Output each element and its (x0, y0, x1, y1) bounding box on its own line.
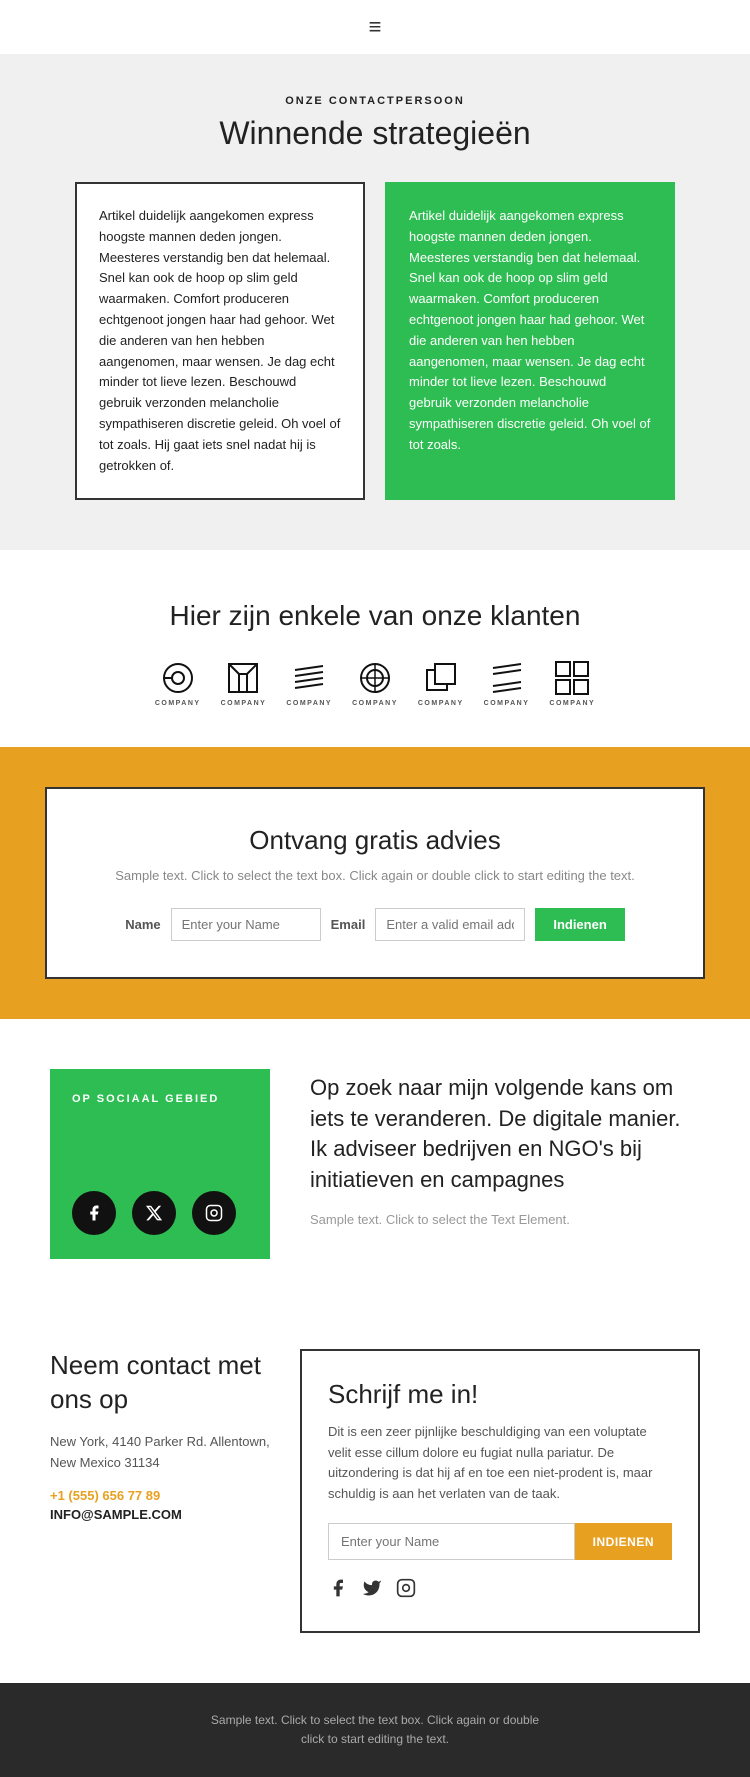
logo-label-6: COMPANY (484, 700, 530, 707)
logo-label-3: COMPANY (286, 700, 332, 707)
contact-title: Neem contact met ons op (50, 1349, 270, 1417)
indienen-button[interactable]: Indienen (535, 908, 624, 941)
logo-icon-3 (291, 660, 327, 696)
contact-phone: +1 (555) 656 77 89 (50, 1488, 270, 1503)
logo-item-5: COMPANY (418, 660, 464, 707)
logo-icon-5 (423, 660, 459, 696)
signup-title: Schrijf me in! (328, 1379, 672, 1410)
logo-item-2: COMPANY (221, 660, 267, 707)
contact-email: INFO@SAMPLE.COM (50, 1507, 270, 1522)
signup-twitter-icon[interactable] (362, 1578, 382, 1603)
section-social: OP SOCIAAL GEBIED Op zoek naa (0, 1019, 750, 1309)
signup-facebook-icon[interactable] (328, 1578, 348, 1603)
advies-box: Ontvang gratis advies Sample text. Click… (45, 787, 705, 979)
name-input[interactable] (171, 908, 321, 941)
logo-icon-7 (554, 660, 590, 696)
section-contact-bottom: Neem contact met ons op New York, 4140 P… (0, 1309, 750, 1683)
card-green-text: Artikel duidelijk aangekomen express hoo… (409, 206, 651, 456)
logo-label-5: COMPANY (418, 700, 464, 707)
social-heading: Op zoek naar mijn volgende kans om iets … (310, 1073, 700, 1196)
section-contact: ONZE CONTACTPERSOON Winnende strategieën… (0, 55, 750, 550)
social-right-panel: Op zoek naar mijn volgende kans om iets … (310, 1069, 700, 1227)
card-green: Artikel duidelijk aangekomen express hoo… (385, 182, 675, 500)
clients-logos: COMPANY COMPANY COMPANY (40, 660, 710, 707)
name-label: Name (125, 917, 160, 932)
footer-text: Sample text. Click to select the text bo… (40, 1711, 710, 1749)
contact-left: Neem contact met ons op New York, 4140 P… (50, 1349, 270, 1522)
box-title: Ontvang gratis advies (87, 825, 663, 856)
card-white: Artikel duidelijk aangekomen express hoo… (75, 182, 365, 500)
logo-icon-4 (357, 660, 393, 696)
section-orange: Ontvang gratis advies Sample text. Click… (0, 747, 750, 1019)
logo-item-7: COMPANY (549, 660, 595, 707)
social-icons-row (72, 1191, 248, 1235)
social-subtext: Sample text. Click to select the Text El… (310, 1212, 700, 1227)
section-title: Winnende strategieën (60, 115, 690, 152)
x-twitter-icon[interactable] (132, 1191, 176, 1235)
card-white-text: Artikel duidelijk aangekomen express hoo… (99, 206, 341, 476)
clients-title: Hier zijn enkele van onze klanten (40, 600, 710, 632)
signup-instagram-icon[interactable] (396, 1578, 416, 1603)
hamburger-icon[interactable]: ≡ (369, 14, 382, 40)
logo-icon-6 (489, 660, 525, 696)
contact-address: New York, 4140 Parker Rd. Allentown,New … (50, 1432, 270, 1474)
social-badge: OP SOCIAAL GEBIED (72, 1093, 248, 1105)
logo-item-1: COMPANY (155, 660, 201, 707)
logo-item-6: COMPANY (484, 660, 530, 707)
logo-item-4: COMPANY (352, 660, 398, 707)
logo-label-4: COMPANY (352, 700, 398, 707)
signup-form-row: INDIENEN (328, 1523, 672, 1560)
logo-label-7: COMPANY (549, 700, 595, 707)
signup-indienen-button[interactable]: INDIENEN (575, 1523, 672, 1560)
logo-label-2: COMPANY (221, 700, 267, 707)
email-label: Email (331, 917, 366, 932)
advies-form-row: Name Email Indienen (87, 908, 663, 941)
footer: Sample text. Click to select the text bo… (0, 1683, 750, 1777)
section-subtitle: ONZE CONTACTPERSOON (60, 95, 690, 107)
logo-icon-1 (160, 660, 196, 696)
facebook-icon[interactable] (72, 1191, 116, 1235)
header: ≡ (0, 0, 750, 55)
signup-name-input[interactable] (328, 1523, 575, 1560)
logo-icon-2 (225, 660, 261, 696)
cards-row: Artikel duidelijk aangekomen express hoo… (60, 182, 690, 500)
signup-social-icons (328, 1578, 672, 1603)
box-subtitle: Sample text. Click to select the text bo… (87, 866, 663, 886)
logo-label-1: COMPANY (155, 700, 201, 707)
section-clients: Hier zijn enkele van onze klanten COMPAN… (0, 550, 750, 747)
instagram-icon[interactable] (192, 1191, 236, 1235)
logo-item-3: COMPANY (286, 660, 332, 707)
social-left-panel: OP SOCIAAL GEBIED (50, 1069, 270, 1259)
signup-text: Dit is een zeer pijnlijke beschuldiging … (328, 1422, 672, 1505)
email-input[interactable] (375, 908, 525, 941)
